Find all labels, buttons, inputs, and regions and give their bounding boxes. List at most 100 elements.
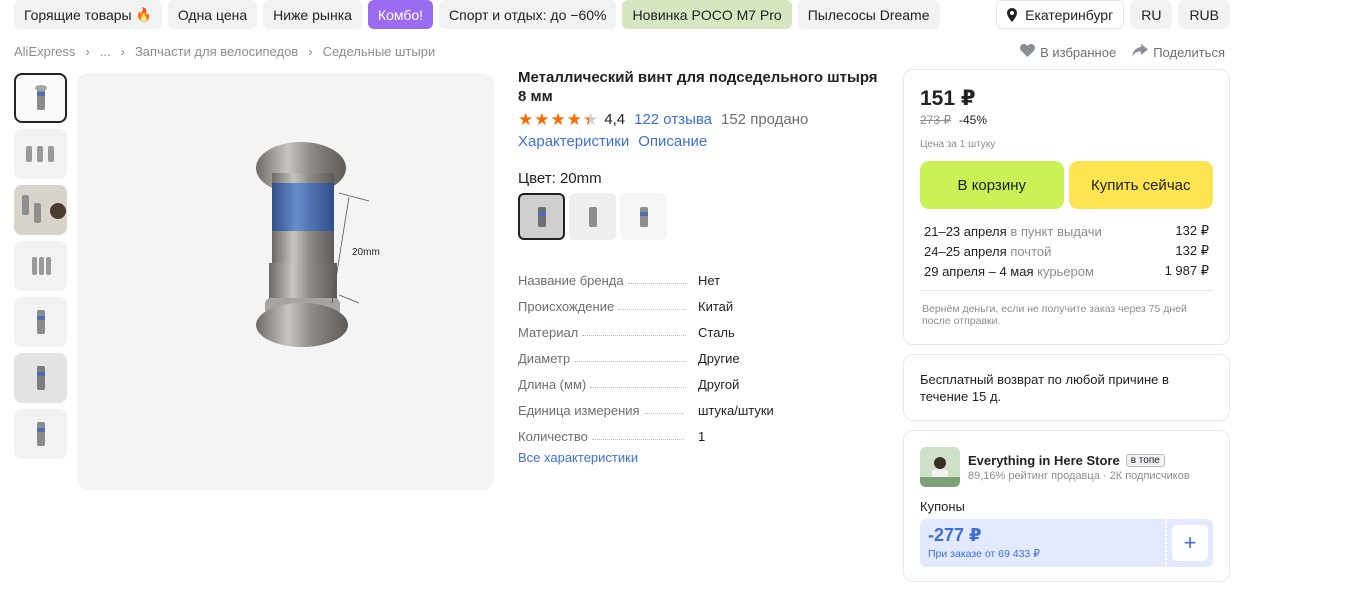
store-name-row: Everything in Here Store в топе bbox=[968, 453, 1190, 468]
spec-row: Единица измерения штука/штуки bbox=[518, 392, 888, 418]
chip-dreame[interactable]: Пылесосы Dreame bbox=[797, 0, 940, 29]
delivery-row: 21–23 апреля в пункт выдачи 132 ₽ bbox=[920, 221, 1213, 241]
store-header[interactable]: Everything in Here Store в топе 89,16% р… bbox=[920, 447, 1213, 487]
rating-stars: ★ ★ ★ ★ ★ bbox=[518, 111, 598, 128]
delivery-method: в пункт выдачи bbox=[1010, 223, 1102, 239]
add-coupon-button[interactable]: + bbox=[1172, 525, 1208, 561]
divider bbox=[920, 290, 1213, 291]
buy-now-button[interactable]: Купить сейчас bbox=[1068, 161, 1213, 209]
spec-key: Название бренда bbox=[518, 273, 624, 288]
delivery-date: 21–23 апреля bbox=[924, 223, 1007, 239]
thumbnail-6[interactable] bbox=[14, 353, 67, 403]
chip-label: Ниже рынка bbox=[273, 6, 352, 23]
variant-option-2[interactable] bbox=[569, 193, 616, 240]
breadcrumb-seatposts[interactable]: Седельные штыри bbox=[323, 44, 436, 59]
language-button[interactable]: RU bbox=[1130, 0, 1173, 29]
spec-key: Единица измерения bbox=[518, 403, 640, 418]
add-to-cart-button[interactable]: В корзину bbox=[920, 161, 1064, 209]
spec-row: Материал Сталь bbox=[518, 314, 888, 340]
return-policy-text: Бесплатный возврат по любой причине в те… bbox=[920, 372, 1169, 404]
spec-value: Другой bbox=[698, 377, 740, 392]
delivery-price: 1 987 ₽ bbox=[1164, 263, 1209, 278]
breadcrumb-ellipsis[interactable]: ... bbox=[100, 44, 111, 59]
chip-below-market[interactable]: Ниже рынка bbox=[263, 0, 362, 29]
store-info: Everything in Here Store в топе 89,16% р… bbox=[968, 453, 1190, 482]
variant-option-3[interactable] bbox=[620, 193, 667, 240]
currency-button[interactable]: RUB bbox=[1178, 0, 1230, 29]
store-card: Everything in Here Store в топе 89,16% р… bbox=[903, 430, 1230, 582]
spec-key: Длина (мм) bbox=[518, 377, 587, 392]
delivery-method: почтой bbox=[1010, 243, 1052, 259]
image-annotation: 20mm bbox=[352, 247, 380, 258]
specs-link[interactable]: Характеристики bbox=[518, 133, 629, 150]
all-specs-link[interactable]: Все характеристики bbox=[518, 450, 888, 465]
spec-key: Количество bbox=[518, 429, 588, 444]
chip-one-price[interactable]: Одна цена bbox=[167, 0, 258, 29]
chip-combo[interactable]: Комбо! bbox=[367, 0, 434, 29]
delivery-date: 29 апреля – 4 мая bbox=[924, 263, 1034, 279]
plus-icon: + bbox=[1183, 530, 1197, 555]
reviews-link[interactable]: 122 отзыва bbox=[634, 111, 712, 128]
location-button[interactable]: Екатеринбург bbox=[996, 0, 1125, 29]
favorite-button[interactable]: В избранное bbox=[1020, 43, 1116, 60]
info-links: Характеристики Описание bbox=[518, 133, 888, 150]
star-icon: ★ bbox=[534, 110, 550, 129]
chevron-right-icon: › bbox=[120, 44, 125, 59]
current-price: 151 ₽ bbox=[920, 87, 976, 110]
chip-label: Комбо! bbox=[377, 6, 424, 23]
star-icon: ★ bbox=[566, 110, 582, 129]
breadcrumb-bike-parts[interactable]: Запчасти для велосипедов bbox=[135, 44, 298, 59]
thumbnail-list bbox=[14, 73, 69, 465]
spec-row: Название бренда Нет bbox=[518, 262, 888, 288]
location-label: Екатеринбург bbox=[1025, 6, 1114, 23]
chip-hot-deals[interactable]: Горящие товары 🔥 bbox=[14, 0, 162, 29]
spec-row: Длина (мм) Другой bbox=[518, 366, 888, 392]
product-info: Металлический винт для подседельного шты… bbox=[518, 68, 888, 465]
specs-list: Название бренда Нет Происхождение Китай Ма… bbox=[518, 262, 888, 444]
share-button[interactable]: Поделиться bbox=[1132, 44, 1225, 60]
coupon-value: -277 ₽ bbox=[928, 525, 982, 545]
thumbnail-4[interactable] bbox=[14, 241, 67, 291]
chevron-right-icon: › bbox=[308, 44, 313, 59]
spec-value: 1 bbox=[698, 429, 706, 444]
thumbnail-7[interactable] bbox=[14, 409, 67, 459]
star-icon: ★ bbox=[550, 110, 566, 129]
currency-label: RUB bbox=[1189, 6, 1219, 23]
coupon-body: -277 ₽ При заказе от 69 433 ₽ bbox=[920, 519, 1165, 567]
spec-value: Другие bbox=[698, 351, 740, 366]
rating-value: 4,4 bbox=[604, 111, 626, 128]
chip-label: Горящие товары bbox=[24, 6, 132, 23]
chip-label: Одна цена bbox=[177, 6, 248, 23]
chevron-right-icon: › bbox=[85, 44, 90, 59]
chip-sport[interactable]: Спорт и отдых: до −60% bbox=[439, 0, 617, 29]
language-label: RU bbox=[1141, 6, 1162, 23]
thumbnail-3[interactable] bbox=[14, 185, 67, 235]
spec-key: Происхождение bbox=[518, 299, 615, 314]
spec-value: штука/штуки bbox=[698, 403, 774, 418]
delivery-price: 132 ₽ bbox=[1175, 243, 1209, 258]
sold-count: 152 продано bbox=[721, 111, 809, 128]
variant-option-1[interactable] bbox=[518, 193, 565, 240]
spec-key: Материал bbox=[518, 325, 579, 340]
coupon-add-area: + bbox=[1165, 519, 1213, 567]
coupon-card: -277 ₽ При заказе от 69 433 ₽ + bbox=[920, 519, 1213, 567]
product-main-image[interactable]: 20mm bbox=[77, 73, 494, 490]
product-actions: В избранное Поделиться bbox=[1020, 43, 1225, 60]
thumbnail-5[interactable] bbox=[14, 297, 67, 347]
thumbnail-1[interactable] bbox=[14, 73, 67, 123]
spec-value: Нет bbox=[698, 273, 721, 288]
buy-box: 151 ₽ 273 ₽ -45% Цена за 1 штуку В корзи… bbox=[903, 69, 1230, 345]
fire-icon: 🔥 bbox=[135, 6, 152, 22]
chip-poco[interactable]: Новинка POCO M7 Pro bbox=[622, 0, 792, 29]
thumbnail-2[interactable] bbox=[14, 129, 67, 179]
spec-key: Диаметр bbox=[518, 351, 571, 366]
top-badge: в топе bbox=[1125, 453, 1165, 467]
chip-label: Новинка POCO M7 Pro bbox=[632, 6, 782, 23]
star-icon: ★ bbox=[518, 110, 534, 129]
coupons-label: Купоны bbox=[920, 499, 965, 514]
delivery-method: курьером bbox=[1037, 263, 1094, 279]
breadcrumb-home[interactable]: AliExpress bbox=[14, 44, 75, 59]
product-title: Металлический винт для подседельного шты… bbox=[518, 69, 878, 105]
description-link[interactable]: Описание bbox=[638, 133, 707, 150]
location-pin-icon bbox=[1007, 7, 1018, 22]
